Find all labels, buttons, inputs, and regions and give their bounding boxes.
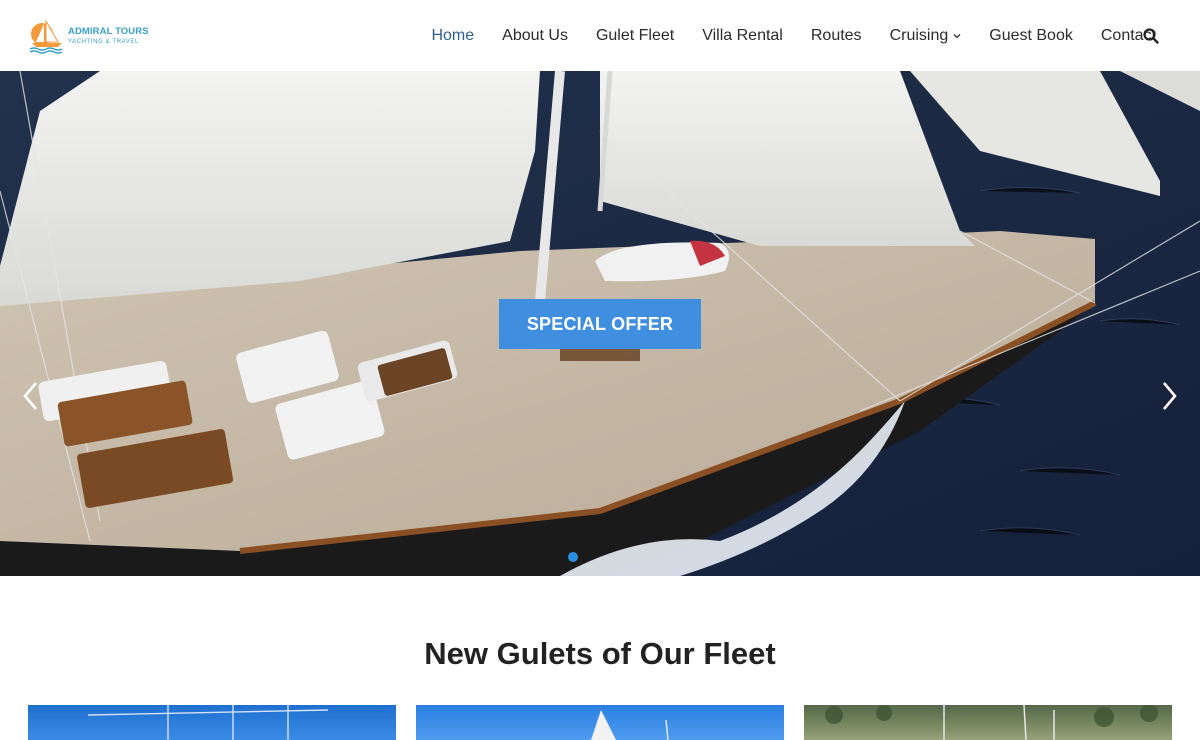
site-logo[interactable]: ADMIRAL TOURS YACHTING & TRAVEL [28, 18, 158, 54]
search-icon[interactable] [1142, 27, 1160, 45]
chevron-left-icon[interactable] [18, 379, 44, 413]
gulet-card-2[interactable] [416, 705, 784, 740]
nav-routes[interactable]: Routes [811, 27, 862, 45]
nav-cruising-label: Cruising [889, 26, 949, 44]
gulet-image-3 [825, 705, 1158, 740]
logo-subtitle: YACHTING & TRAVEL [68, 38, 139, 45]
slider-dot-active[interactable] [568, 552, 578, 562]
nav-cruising[interactable]: Cruising [890, 27, 962, 45]
special-offer-button[interactable]: SPECIAL OFFER [499, 299, 701, 349]
main-nav: Home About Us Gulet Fleet Villa Rental R… [403, 0, 1156, 71]
nav-guest-book[interactable]: Guest Book [989, 27, 1073, 45]
gulet-card-3[interactable] [804, 705, 1172, 740]
section-title: New Gulets of Our Fleet [424, 636, 776, 671]
nav-gulet-fleet[interactable]: Gulet Fleet [596, 27, 674, 45]
chevron-right-icon[interactable] [1156, 379, 1182, 413]
nav-about-us[interactable]: About Us [502, 27, 568, 45]
logo-title: ADMIRAL TOURS [68, 26, 149, 38]
sailboat-logo-icon [29, 19, 63, 54]
gulet-card-1[interactable] [28, 705, 396, 740]
chevron-down-icon [953, 33, 961, 38]
gulet-image-1 [87, 705, 329, 740]
gulet-image-2 [591, 710, 669, 740]
nav-home[interactable]: Home [431, 27, 474, 45]
hero-slider: SPECIAL OFFER [0, 71, 1200, 576]
site-header: ADMIRAL TOURS YACHTING & TRAVEL Home Abo… [0, 0, 1200, 71]
nav-villa-rental[interactable]: Villa Rental [702, 27, 783, 45]
